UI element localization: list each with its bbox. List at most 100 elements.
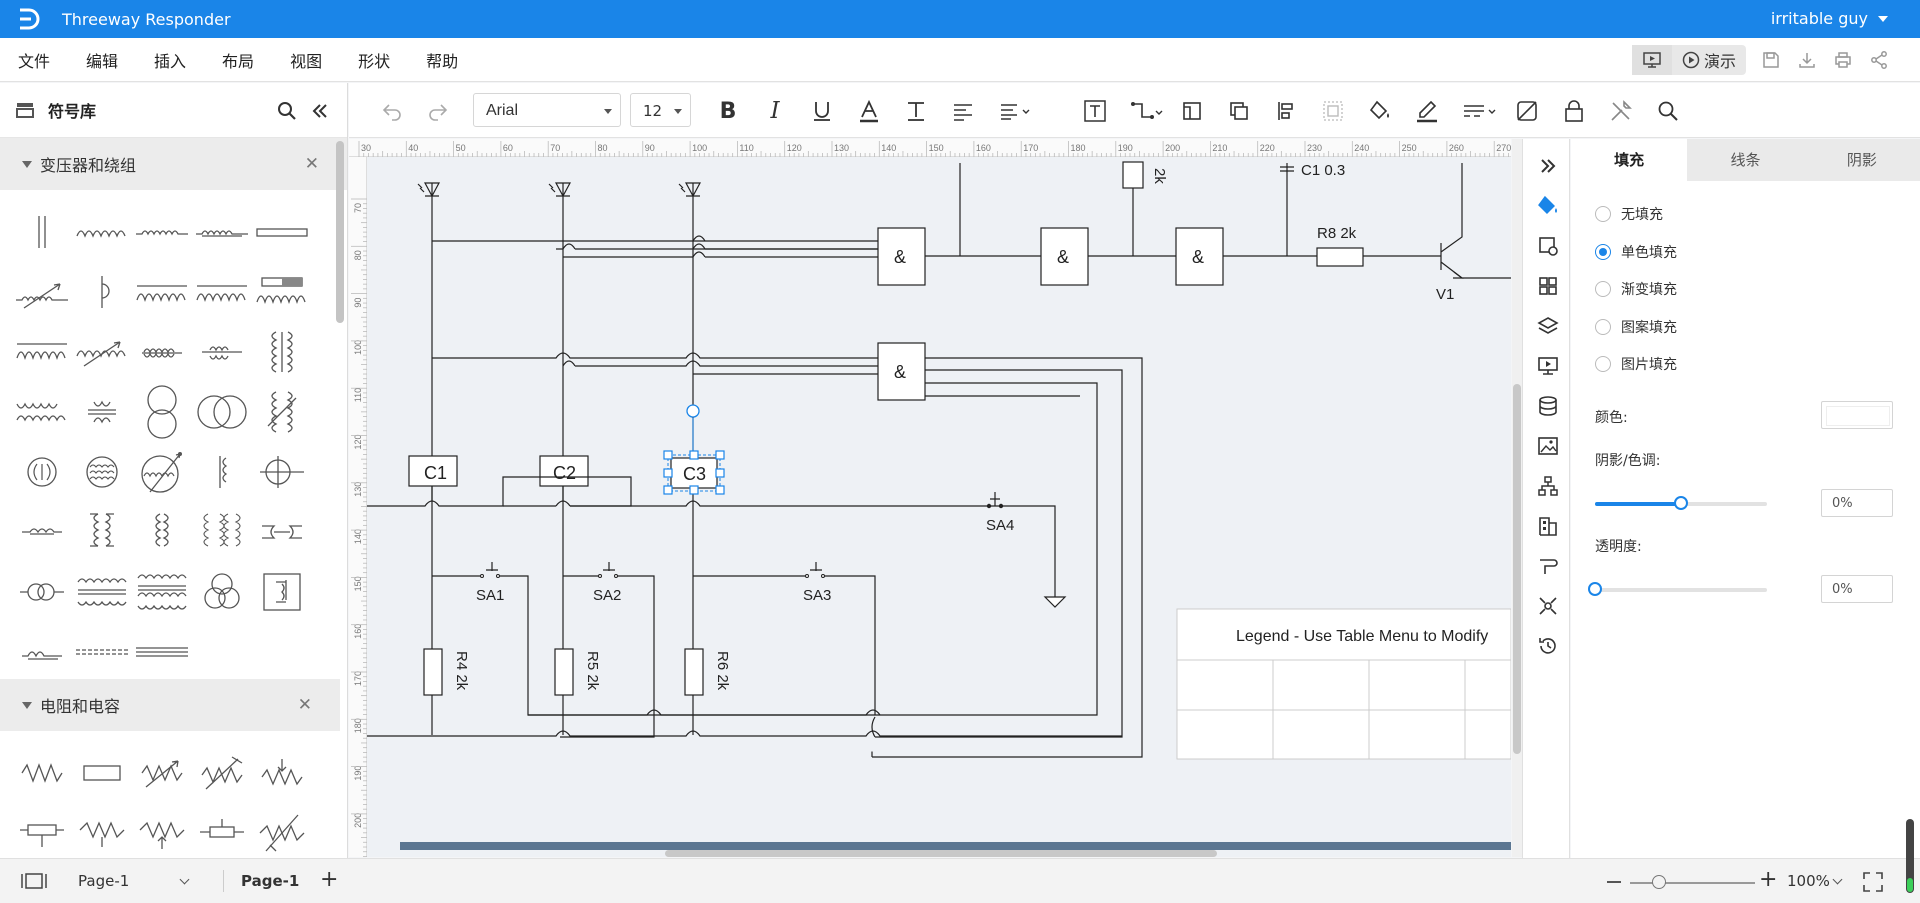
symbol-item[interactable] [12, 262, 72, 322]
layers-icon[interactable] [1535, 313, 1561, 339]
zoom-slider-knob[interactable] [1652, 875, 1666, 889]
fill-bucket-icon[interactable] [1367, 98, 1393, 124]
symbol-item[interactable] [252, 202, 312, 262]
symbol-item[interactable] [12, 562, 72, 622]
opacity-slider[interactable] [1588, 582, 1767, 596]
and-gate-4-label[interactable]: & [894, 362, 906, 382]
canvas-horizontal-scrollbar[interactable] [367, 848, 1511, 858]
label-v1[interactable]: V1 [1436, 286, 1454, 303]
share-icon[interactable] [1868, 49, 1890, 71]
symbol-item[interactable] [132, 382, 192, 442]
fill-option-picture[interactable]: 图片填充 [1595, 354, 1677, 374]
symbol-item[interactable] [252, 562, 312, 622]
mind-map-icon[interactable] [1535, 593, 1561, 619]
save-icon[interactable] [1760, 49, 1782, 71]
fill-option-pattern[interactable]: 图案填充 [1595, 317, 1677, 337]
font-color-icon[interactable] [856, 98, 882, 124]
canvas-vertical-scrollbar[interactable] [1512, 139, 1522, 857]
zoom-level[interactable]: 100% [1787, 872, 1830, 890]
symbol-item[interactable] [192, 803, 252, 858]
fill-option-gradient[interactable]: 渐变填充 [1595, 279, 1677, 299]
menu-view[interactable]: 视图 [290, 48, 322, 72]
zoom-in-icon[interactable]: + [1759, 867, 1777, 892]
circuit-diagram[interactable]: C1 C2 C3 & & & & SA1 SA2 SA3 SA4 R8 2k V… [367, 157, 1511, 857]
label-c2[interactable]: C2 [553, 463, 576, 483]
symbol-item[interactable] [192, 562, 252, 622]
tab-shadow[interactable]: 阴影 [1804, 139, 1920, 181]
legend-table[interactable]: Legend - Use Table Menu to Modify [1176, 608, 1511, 760]
zoom-out-icon[interactable] [1607, 881, 1621, 883]
zoom-slider[interactable] [1630, 882, 1755, 884]
user-menu-chevron-icon[interactable] [1878, 16, 1888, 22]
category-header-resistors[interactable]: 电阻和电容 ✕ [0, 679, 340, 731]
fill-option-solid[interactable]: 单色填充 [1595, 242, 1677, 262]
fullscreen-icon[interactable] [1862, 871, 1884, 897]
search-icon[interactable] [1655, 98, 1681, 124]
category-expand-caret-icon[interactable] [22, 160, 32, 168]
download-icon[interactable] [1796, 49, 1818, 71]
symbol-item[interactable] [72, 622, 132, 682]
label-sa4[interactable]: SA4 [986, 517, 1014, 534]
label-2k[interactable]: 2k [1151, 168, 1168, 184]
symbol-item[interactable] [12, 202, 72, 262]
tab-line[interactable]: 线条 [1687, 139, 1803, 181]
symbol-item[interactable] [72, 202, 132, 262]
collapse-panel-icon[interactable] [309, 100, 331, 122]
grid-layout-icon[interactable] [1535, 273, 1561, 299]
opacity-slider-knob[interactable] [1588, 582, 1602, 596]
org-chart-icon[interactable] [1535, 473, 1561, 499]
line-spacing-icon[interactable] [997, 98, 1035, 124]
symbol-item[interactable] [72, 322, 132, 382]
app-logo-icon[interactable] [14, 4, 44, 34]
search-icon[interactable] [276, 100, 298, 122]
symbol-item[interactable] [192, 202, 252, 262]
menu-layout[interactable]: 布局 [222, 48, 254, 72]
present-button[interactable]: 演示 [1672, 45, 1746, 75]
radio-button[interactable] [1595, 206, 1611, 222]
symbol-item[interactable] [72, 442, 132, 502]
radio-button[interactable] [1595, 356, 1611, 372]
symbol-item[interactable] [132, 502, 192, 562]
font-family-select[interactable]: Arial [473, 93, 621, 127]
close-icon[interactable]: ✕ [305, 154, 319, 174]
symbol-item[interactable] [252, 803, 312, 858]
chevron-down-icon[interactable] [179, 874, 190, 885]
symbol-item[interactable] [192, 322, 252, 382]
history-icon[interactable] [1535, 633, 1561, 659]
text-box-icon[interactable] [1082, 98, 1108, 124]
symbol-item[interactable] [72, 743, 132, 803]
tools-icon[interactable] [1608, 98, 1634, 124]
lock-icon[interactable] [1561, 98, 1587, 124]
symbol-item[interactable] [12, 803, 72, 858]
symbol-item[interactable] [192, 502, 252, 562]
close-icon[interactable]: ✕ [298, 695, 312, 715]
document-title[interactable]: Threeway Responder [62, 10, 231, 29]
symbol-item[interactable] [132, 622, 192, 682]
scrollbar-thumb[interactable] [665, 850, 1217, 857]
symbol-item[interactable] [192, 262, 252, 322]
and-gate-2-label[interactable]: & [1057, 247, 1069, 267]
symbol-item[interactable] [192, 382, 252, 442]
align-left-icon[interactable] [950, 98, 976, 124]
menu-shape[interactable]: 形状 [358, 48, 390, 72]
label-c1[interactable]: C1 [424, 463, 447, 483]
category-header-transformers[interactable]: 变压器和绕组 ✕ [0, 138, 347, 190]
bring-front-icon[interactable] [1226, 98, 1252, 124]
shade-slider[interactable] [1595, 496, 1767, 510]
symbol-item[interactable] [12, 622, 72, 682]
label-r6[interactable]: R6 2k [714, 651, 731, 691]
tab-fill[interactable]: 填充 [1571, 139, 1688, 181]
add-page-icon[interactable]: + [320, 867, 338, 892]
symbol-item[interactable] [12, 502, 72, 562]
align-objects-icon[interactable] [1273, 98, 1299, 124]
image-icon[interactable] [1535, 433, 1561, 459]
symbol-item[interactable] [132, 803, 192, 858]
shade-value-input[interactable]: 0% [1821, 489, 1893, 517]
bold-icon[interactable]: B [715, 98, 741, 124]
line-color-icon[interactable] [1414, 98, 1440, 124]
symbol-item[interactable] [132, 442, 192, 502]
connector-style-icon[interactable] [1535, 553, 1561, 579]
and-gate-1-label[interactable]: & [894, 247, 906, 267]
color-picker[interactable] [1821, 401, 1893, 429]
label-c3[interactable]: C3 [683, 464, 706, 484]
